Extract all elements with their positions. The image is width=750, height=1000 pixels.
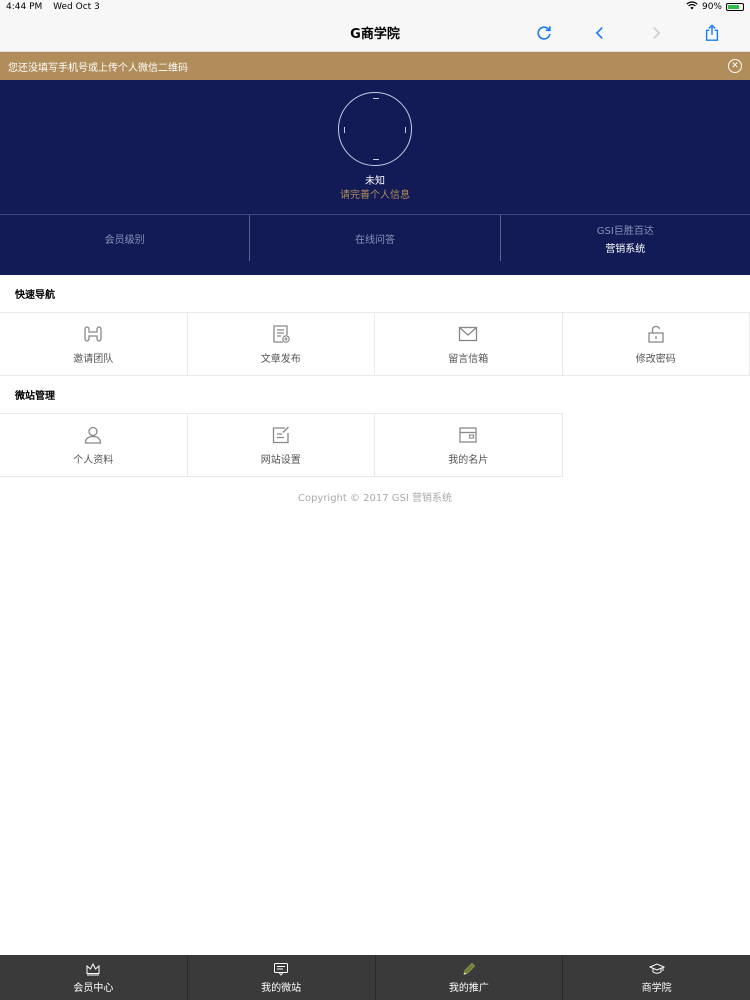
tab-label: 我的微站 xyxy=(261,983,302,994)
tab-my-microsite[interactable]: 我的微站 xyxy=(188,955,376,1000)
article-icon xyxy=(270,323,292,345)
lock-icon xyxy=(645,323,667,345)
notice-banner: 您还没填写手机号或上传个人微信二维码 ✕ xyxy=(0,52,750,80)
quick-nav-mailbox[interactable]: 留言信箱 xyxy=(375,313,563,376)
back-button[interactable] xyxy=(572,14,628,52)
wifi-icon xyxy=(686,1,698,13)
close-icon[interactable]: ✕ xyxy=(728,59,742,73)
tab-label: 会员中心 xyxy=(73,983,114,994)
user-icon xyxy=(82,424,104,446)
status-time: 4:44 PM xyxy=(6,2,43,12)
section-title-site-manage: 微站管理 xyxy=(15,391,55,402)
share-icon xyxy=(705,23,719,41)
site-manage-label: 网站设置 xyxy=(260,455,301,466)
site-manage-label: 我的名片 xyxy=(448,455,489,466)
site-manage-label: 个人资料 xyxy=(73,455,114,466)
tab-my-promotion[interactable]: 我的推广 xyxy=(376,955,564,1000)
crown-icon xyxy=(86,962,100,976)
stat-sub-label: 营销系统 xyxy=(605,243,646,255)
stat-online-qa[interactable]: 在线问答 xyxy=(250,215,501,261)
quick-nav-change-password[interactable]: 修改密码 xyxy=(562,313,750,376)
site-manage-profile[interactable]: 个人资料 xyxy=(0,414,188,477)
tab-label: 商学院 xyxy=(641,983,672,994)
card-icon xyxy=(457,424,479,446)
quick-nav-label: 修改密码 xyxy=(635,354,676,365)
share-button[interactable] xyxy=(684,14,740,52)
status-date: Wed Oct 3 xyxy=(53,2,100,12)
profile-name: 未知 xyxy=(365,176,385,187)
site-manage-business-card[interactable]: 我的名片 xyxy=(375,414,563,477)
site-manage-settings[interactable]: 网站设置 xyxy=(187,414,375,477)
tab-label: 我的推广 xyxy=(448,983,489,994)
stat-label: GSI巨胜百达 xyxy=(596,225,654,237)
refresh-button[interactable] xyxy=(516,14,572,52)
pen-icon xyxy=(463,962,476,975)
stat-member-level[interactable]: 会员级别 xyxy=(0,215,251,261)
stat-label: 在线问答 xyxy=(354,234,395,246)
profile-header: 未知 请完善个人信息 会员级别 在线问答 GSI巨胜百达 营销系统 xyxy=(0,80,750,275)
site-manage-grid: 个人资料 网站设置 我的名片 xyxy=(0,413,563,477)
tab-bar: 会员中心 我的微站 我的推广 商学院 xyxy=(0,955,750,1000)
mail-icon xyxy=(457,323,479,345)
notice-text: 您还没填写手机号或上传个人微信二维码 xyxy=(8,62,188,74)
stat-gsi-system[interactable]: GSI巨胜百达 营销系统 xyxy=(501,215,750,261)
copyright-text: Copyright © 2017 GSI 营销系统 xyxy=(297,493,453,504)
forward-button[interactable] xyxy=(628,14,684,52)
chevron-left-icon xyxy=(595,26,603,39)
page-title: G商学院 xyxy=(350,27,400,42)
profile-hint[interactable]: 请完善个人信息 xyxy=(0,186,750,201)
profile-stats: 会员级别 在线问答 GSI巨胜百达 营销系统 xyxy=(0,214,750,261)
team-icon xyxy=(82,323,104,345)
section-title-quick-nav: 快速导航 xyxy=(15,290,55,301)
stat-label: 会员级别 xyxy=(104,234,145,246)
edit-icon xyxy=(270,424,292,446)
refresh-icon xyxy=(537,25,551,40)
message-icon xyxy=(274,963,289,976)
status-bar: 4:44 PM Wed Oct 3 90% xyxy=(0,0,750,14)
quick-nav-label: 文章发布 xyxy=(260,354,301,365)
tab-business-school[interactable]: 商学院 xyxy=(563,955,750,1000)
graduation-cap-icon xyxy=(648,963,665,974)
battery-icon xyxy=(726,3,744,11)
battery-percent: 90% xyxy=(701,2,722,12)
quick-nav-publish-article[interactable]: 文章发布 xyxy=(187,313,375,376)
quick-nav-invite-team[interactable]: 邀请团队 xyxy=(0,313,188,376)
nav-bar: G商学院 xyxy=(0,14,750,52)
avatar[interactable] xyxy=(338,92,412,166)
chevron-right-icon xyxy=(653,26,661,39)
quick-nav-label: 留言信箱 xyxy=(448,354,489,365)
quick-nav-label: 邀请团队 xyxy=(73,354,114,365)
tab-member-center[interactable]: 会员中心 xyxy=(0,955,188,1000)
quick-nav-grid: 邀请团队 文章发布 留言信箱 修改密码 xyxy=(0,312,750,376)
